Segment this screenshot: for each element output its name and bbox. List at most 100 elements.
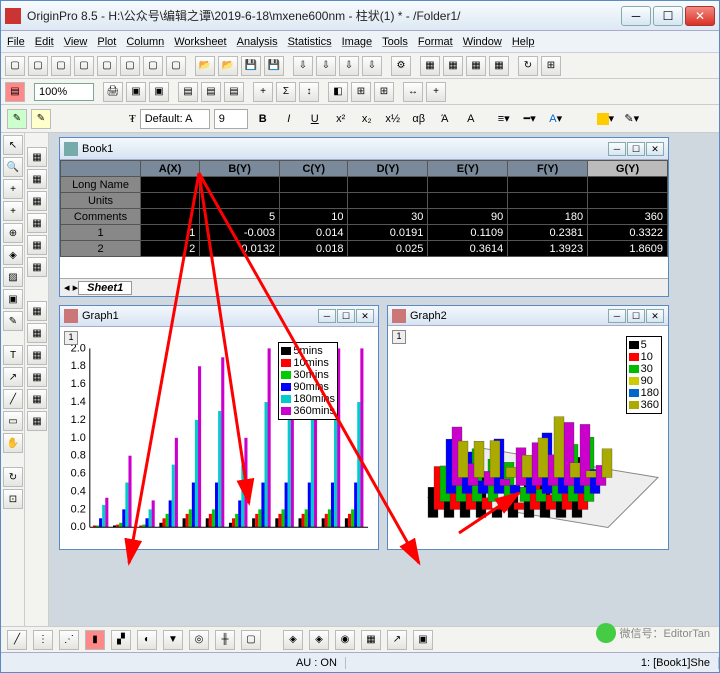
- vt-b[interactable]: ▦: [27, 169, 47, 189]
- decrease-font-button[interactable]: A: [460, 109, 482, 129]
- export-button[interactable]: ▣: [149, 82, 169, 102]
- line-style-button[interactable]: ≡▾: [493, 109, 515, 129]
- supersub-button[interactable]: x½: [382, 109, 404, 129]
- vt-g[interactable]: ▦: [27, 301, 47, 321]
- zoom-in-icon[interactable]: 🔍: [3, 157, 23, 177]
- data-reader-icon[interactable]: +: [3, 179, 23, 199]
- menu-worksheet[interactable]: Worksheet: [174, 36, 226, 48]
- graph1-window[interactable]: Graph1 ─ ☐ ✕ 1 0.00.20.40.60.81.01.21.41…: [59, 305, 379, 550]
- graph1-max[interactable]: ☐: [337, 309, 355, 323]
- graph2-canvas[interactable]: 1 5103090180360: [388, 326, 668, 549]
- import-wizard-button[interactable]: ⇩: [293, 56, 313, 76]
- screen-reader-icon[interactable]: +: [3, 201, 23, 221]
- polar-plot-button[interactable]: ◎: [189, 630, 209, 650]
- stack-plot-button[interactable]: ▼: [163, 630, 183, 650]
- vt-d[interactable]: ▦: [27, 213, 47, 233]
- layout-1-button[interactable]: ▦: [420, 56, 440, 76]
- graph2-min[interactable]: ─: [608, 309, 626, 323]
- maximize-button[interactable]: ☐: [653, 6, 683, 26]
- graph2-titlebar[interactable]: Graph2 ─ ☐ ✕: [388, 306, 668, 326]
- batch-button[interactable]: ⚙: [391, 56, 411, 76]
- underline-button[interactable]: U: [304, 109, 326, 129]
- book1-window[interactable]: Book1 ─ ☐ ✕ A(X)B(Y)C(Y)D(Y)E(Y)F(Y)G(Y)…: [59, 137, 669, 297]
- rescale-button[interactable]: ↔: [403, 82, 423, 102]
- pointer-tool[interactable]: ✎: [7, 109, 27, 129]
- data-selector-icon[interactable]: ⊕: [3, 223, 23, 243]
- project-explorer-button[interactable]: ▤: [5, 82, 25, 102]
- mask-button[interactable]: ◧: [328, 82, 348, 102]
- recalc-button[interactable]: ▤: [224, 82, 244, 102]
- book1-min[interactable]: ─: [608, 142, 626, 156]
- menu-view[interactable]: View: [64, 36, 88, 48]
- vt-i[interactable]: ▦: [27, 345, 47, 365]
- open-button[interactable]: 📂: [195, 56, 215, 76]
- graph1-close[interactable]: ✕: [356, 309, 374, 323]
- draw-data-icon[interactable]: ✎: [3, 311, 23, 331]
- graph2-legend[interactable]: 5103090180360: [626, 336, 662, 414]
- close-button[interactable]: ✕: [685, 6, 715, 26]
- vt-c[interactable]: ▦: [27, 191, 47, 211]
- pointer-icon[interactable]: ↖: [3, 135, 23, 155]
- graph2-max[interactable]: ☐: [627, 309, 645, 323]
- new-project-button[interactable]: ▢: [5, 56, 25, 76]
- vt-l[interactable]: ▦: [27, 411, 47, 431]
- graph1-legend[interactable]: 5mins10mins30mins90mins180mins360mins: [278, 342, 338, 420]
- menu-image[interactable]: Image: [342, 36, 373, 48]
- slide-show-button[interactable]: ▣: [126, 82, 146, 102]
- new-notes-button[interactable]: ▢: [143, 56, 163, 76]
- rect-tool-icon[interactable]: ▭: [3, 411, 23, 431]
- layer-1-icon[interactable]: 1: [392, 330, 406, 344]
- area-plot-button[interactable]: ▞: [111, 630, 131, 650]
- graph1-min[interactable]: ─: [318, 309, 336, 323]
- vt-e[interactable]: ▦: [27, 235, 47, 255]
- new-function-button[interactable]: ▢: [166, 56, 186, 76]
- layout-2-button[interactable]: ▦: [443, 56, 463, 76]
- results-log-button[interactable]: ▤: [178, 82, 198, 102]
- book1-close[interactable]: ✕: [646, 142, 664, 156]
- new-layout-button[interactable]: ▢: [120, 56, 140, 76]
- minimize-button[interactable]: ─: [621, 6, 651, 26]
- new-workbook-button[interactable]: ▢: [28, 56, 48, 76]
- save-button[interactable]: 💾: [241, 56, 261, 76]
- zoom-rect-icon[interactable]: ⊡: [3, 489, 23, 509]
- reimport-button[interactable]: ⇩: [362, 56, 382, 76]
- new-matrix-button[interactable]: ▢: [97, 56, 117, 76]
- menu-tools[interactable]: Tools: [382, 36, 408, 48]
- subscript-button[interactable]: x₂: [356, 109, 378, 129]
- graph2-window[interactable]: Graph2 ─ ☐ ✕ 1 51030901803: [387, 305, 669, 550]
- paste-button[interactable]: ⊞: [374, 82, 394, 102]
- print-button[interactable]: 🖨: [103, 82, 123, 102]
- box-plot-button[interactable]: ▢: [241, 630, 261, 650]
- text-tool-icon[interactable]: T: [3, 345, 23, 365]
- code-builder-button[interactable]: ▤: [201, 82, 221, 102]
- menu-edit[interactable]: Edit: [35, 36, 54, 48]
- menu-statistics[interactable]: Statistics: [288, 36, 332, 48]
- save-template-button[interactable]: 💾: [264, 56, 284, 76]
- menu-format[interactable]: Format: [418, 36, 453, 48]
- stock-plot-button[interactable]: ╫: [215, 630, 235, 650]
- pan-tool-icon[interactable]: ✋: [3, 433, 23, 453]
- menu-file[interactable]: File: [7, 36, 25, 48]
- graph1-titlebar[interactable]: Graph1 ─ ☐ ✕: [60, 306, 378, 327]
- mask-icon[interactable]: ▨: [3, 267, 23, 287]
- stats-button[interactable]: Σ: [276, 82, 296, 102]
- book1-titlebar[interactable]: Book1 ─ ☐ ✕: [60, 138, 668, 160]
- sort-button[interactable]: ↕: [299, 82, 319, 102]
- refresh-button[interactable]: ↻: [518, 56, 538, 76]
- greek-button[interactable]: αβ: [408, 109, 430, 129]
- menu-column[interactable]: Column: [126, 36, 164, 48]
- image-plot-button[interactable]: ▦: [361, 630, 381, 650]
- graph2-close[interactable]: ✕: [646, 309, 664, 323]
- increase-font-button[interactable]: Ά: [434, 109, 456, 129]
- layout-3-button[interactable]: ▦: [466, 56, 486, 76]
- contour-button[interactable]: ◉: [335, 630, 355, 650]
- book1-max[interactable]: ☐: [627, 142, 645, 156]
- 3d-surface-button[interactable]: ◈: [283, 630, 303, 650]
- menu-plot[interactable]: Plot: [97, 36, 116, 48]
- arrow-tool-icon[interactable]: ↗: [3, 367, 23, 387]
- vt-f[interactable]: ▦: [27, 257, 47, 277]
- sheet-nav[interactable]: ◂ ▸: [64, 281, 78, 294]
- zoom-select[interactable]: [34, 83, 94, 101]
- line-plot-button[interactable]: ╱: [7, 630, 27, 650]
- line-tool-icon[interactable]: ╱: [3, 389, 23, 409]
